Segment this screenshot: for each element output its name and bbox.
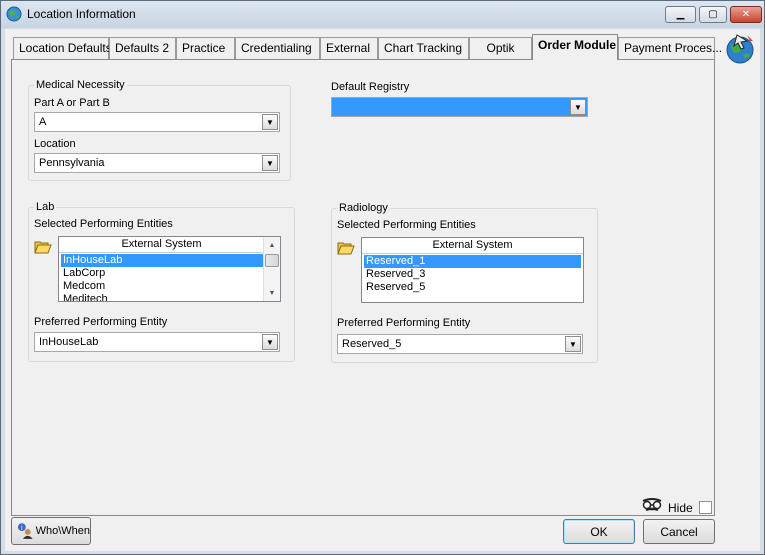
location-select[interactable]: Pennsylvania ▼: [34, 153, 280, 173]
globe-arrow-icon: [726, 34, 754, 64]
tab-practice[interactable]: Practice: [176, 37, 235, 59]
cancel-button[interactable]: Cancel: [643, 519, 715, 544]
minimize-icon: ▁: [676, 9, 685, 20]
part-value: A: [39, 116, 47, 128]
info-person-icon: i: [17, 523, 33, 539]
list-item[interactable]: InHouseLab: [61, 254, 264, 267]
radiology-preferred-value: Reserved_5: [342, 338, 402, 350]
tab-payment-processing[interactable]: Payment Proces...: [618, 37, 722, 59]
scroll-up-icon[interactable]: ▲: [264, 237, 280, 253]
tab-order-module[interactable]: Order Module: [532, 34, 618, 60]
close-button[interactable]: ✕: [730, 6, 762, 23]
who-when-label: Who\When: [35, 525, 90, 537]
location-label: Location: [34, 138, 76, 150]
radiology-preferred-select[interactable]: Reserved_5 ▼: [337, 334, 583, 354]
ok-button[interactable]: OK: [563, 519, 635, 544]
scroll-thumb[interactable]: [265, 254, 279, 267]
order-module-panel: Medical Necessity Part A or Part B A ▼ L…: [11, 59, 715, 516]
window-client-area: Location Defaults Defaults 2 Practice Cr…: [5, 29, 760, 551]
maximize-icon: ▢: [708, 9, 718, 20]
default-registry-label: Default Registry: [331, 81, 410, 93]
chevron-down-icon[interactable]: ▼: [570, 99, 586, 115]
chevron-down-icon[interactable]: ▼: [565, 336, 581, 352]
tab-external[interactable]: External: [320, 37, 378, 59]
radiology-preferred-label: Preferred Performing Entity: [337, 317, 471, 329]
location-information-window: Location Information ▁ ▢ ✕ Location Defa…: [0, 0, 765, 555]
hide-checkbox[interactable]: [699, 501, 712, 514]
open-folder-icon[interactable]: [337, 240, 355, 255]
radiology-title: Radiology: [337, 202, 390, 214]
minimize-button[interactable]: ▁: [665, 6, 696, 23]
lab-preferred-select[interactable]: InHouseLab ▼: [34, 332, 280, 352]
lab-entities-list[interactable]: External System InHouseLab LabCorp Medco…: [58, 236, 281, 302]
lab-list-scrollbar[interactable]: ▲ ▼: [263, 237, 280, 301]
list-item[interactable]: Medcom: [61, 280, 264, 293]
lab-preferred-value: InHouseLab: [39, 336, 99, 348]
radiology-selected-label: Selected Performing Entities: [337, 219, 476, 231]
medical-necessity-group: Medical Necessity Part A or Part B A ▼ L…: [28, 79, 291, 181]
lab-title: Lab: [34, 201, 57, 213]
hide-label: Hide: [668, 501, 693, 515]
radiology-entities-list[interactable]: External System Reserved_1 Reserved_3 Re…: [361, 237, 584, 303]
globe-icon: [6, 6, 22, 22]
list-item[interactable]: Reserved_1: [364, 255, 581, 268]
who-when-button[interactable]: i Who\When: [11, 517, 91, 545]
title-bar[interactable]: Location Information ▁ ▢ ✕: [1, 1, 764, 28]
disguise-icon: [642, 498, 662, 511]
tab-defaults-2[interactable]: Defaults 2: [109, 37, 176, 59]
location-value: Pennsylvania: [39, 157, 105, 169]
scroll-down-icon[interactable]: ▼: [264, 285, 280, 301]
tab-credentialing[interactable]: Credentialing: [235, 37, 320, 59]
open-folder-icon[interactable]: [34, 239, 52, 254]
list-item[interactable]: Meditech: [61, 293, 264, 301]
chevron-down-icon[interactable]: ▼: [262, 155, 278, 171]
lab-preferred-label: Preferred Performing Entity: [34, 316, 168, 328]
list-item[interactable]: LabCorp: [61, 267, 264, 280]
svg-text:i: i: [21, 524, 23, 532]
list-item[interactable]: Reserved_5: [364, 281, 581, 294]
maximize-button[interactable]: ▢: [699, 6, 727, 23]
list-item[interactable]: Reserved_3: [364, 268, 581, 281]
tab-optik[interactable]: Optik: [469, 37, 532, 59]
part-label: Part A or Part B: [34, 97, 110, 109]
window-title: Location Information: [27, 7, 136, 21]
part-select[interactable]: A ▼: [34, 112, 280, 132]
lab-group: Lab Selected Performing Entities Externa…: [28, 201, 295, 362]
medical-necessity-title: Medical Necessity: [34, 79, 127, 91]
tab-chart-tracking[interactable]: Chart Tracking: [378, 37, 469, 59]
default-registry-select[interactable]: ▼: [331, 97, 588, 117]
close-icon: ✕: [741, 9, 751, 20]
chevron-down-icon[interactable]: ▼: [262, 114, 278, 130]
chevron-down-icon[interactable]: ▼: [262, 334, 278, 350]
radiology-group: Radiology Selected Performing Entities E…: [331, 202, 598, 363]
radiology-column-header[interactable]: External System: [362, 238, 583, 254]
tab-location-defaults[interactable]: Location Defaults: [13, 37, 112, 59]
lab-selected-label: Selected Performing Entities: [34, 218, 173, 230]
lab-column-header[interactable]: External System: [59, 237, 264, 253]
